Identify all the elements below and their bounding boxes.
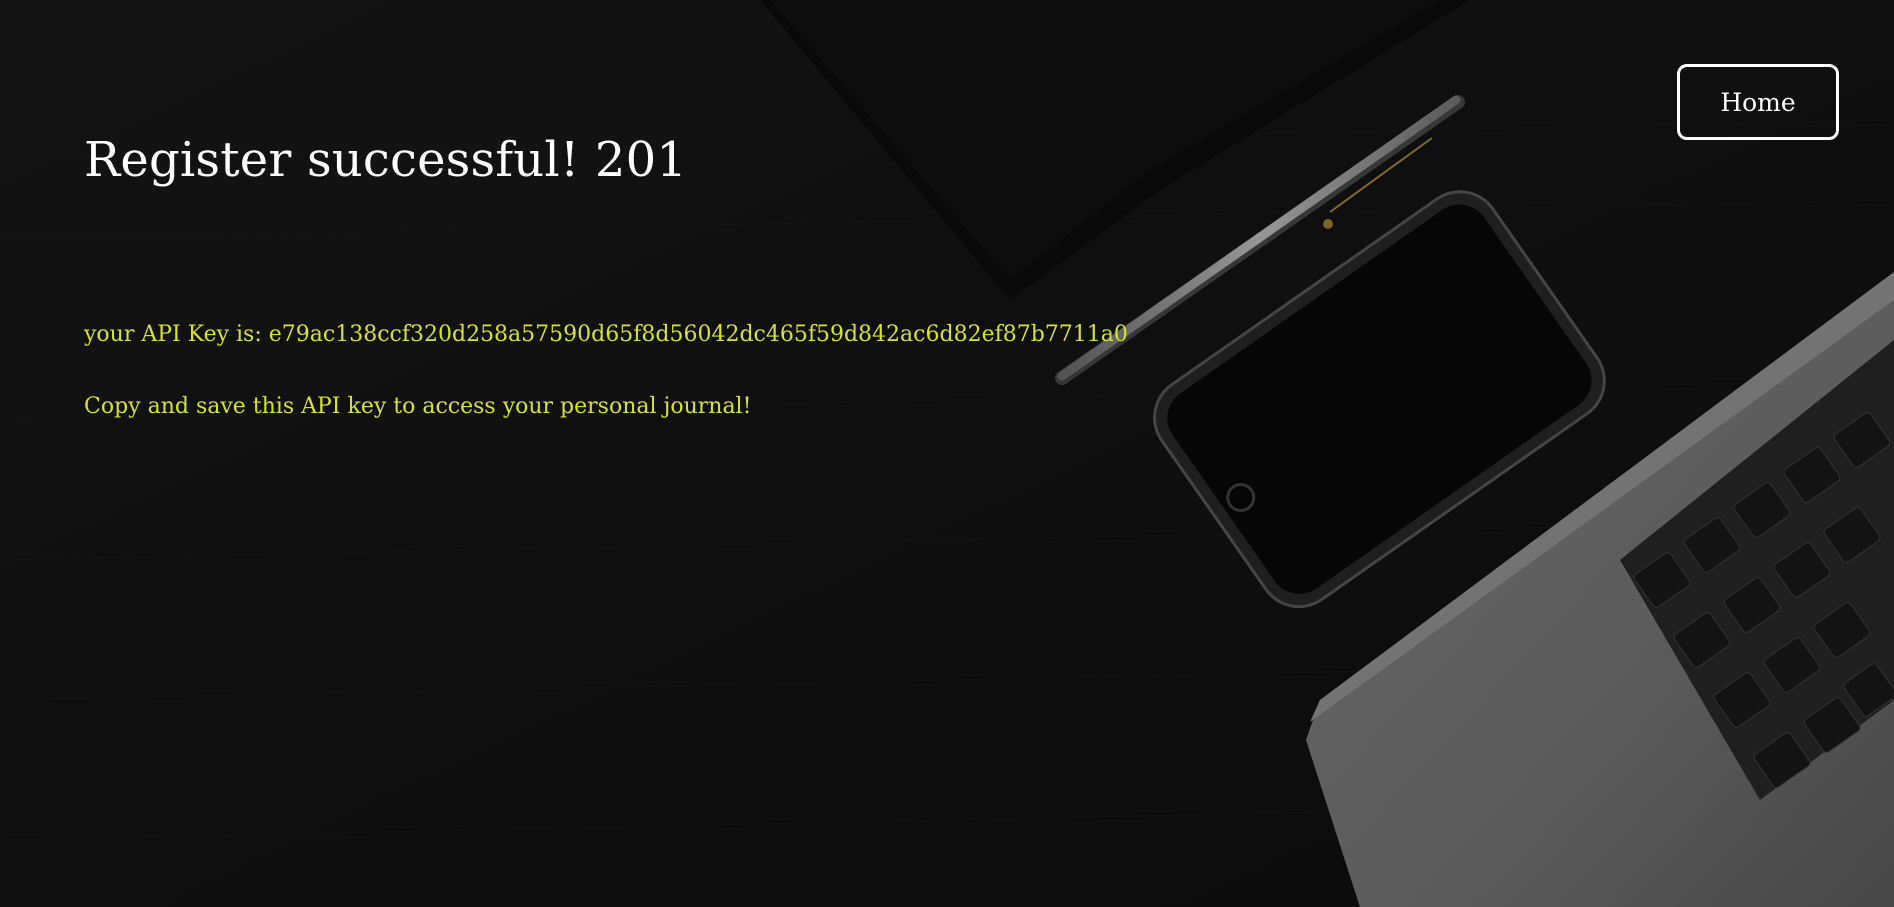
home-button[interactable]: Home: [1677, 64, 1839, 140]
api-key-label: your API Key is:: [84, 322, 262, 347]
copy-instruction: Copy and save this API key to access you…: [84, 394, 752, 419]
api-key-line: your API Key is: e79ac138ccf320d258a5759…: [84, 318, 1128, 352]
page-title: Register successful! 201: [84, 132, 688, 188]
api-key-value: e79ac138ccf320d258a57590d65f8d56042dc465…: [268, 322, 1128, 347]
